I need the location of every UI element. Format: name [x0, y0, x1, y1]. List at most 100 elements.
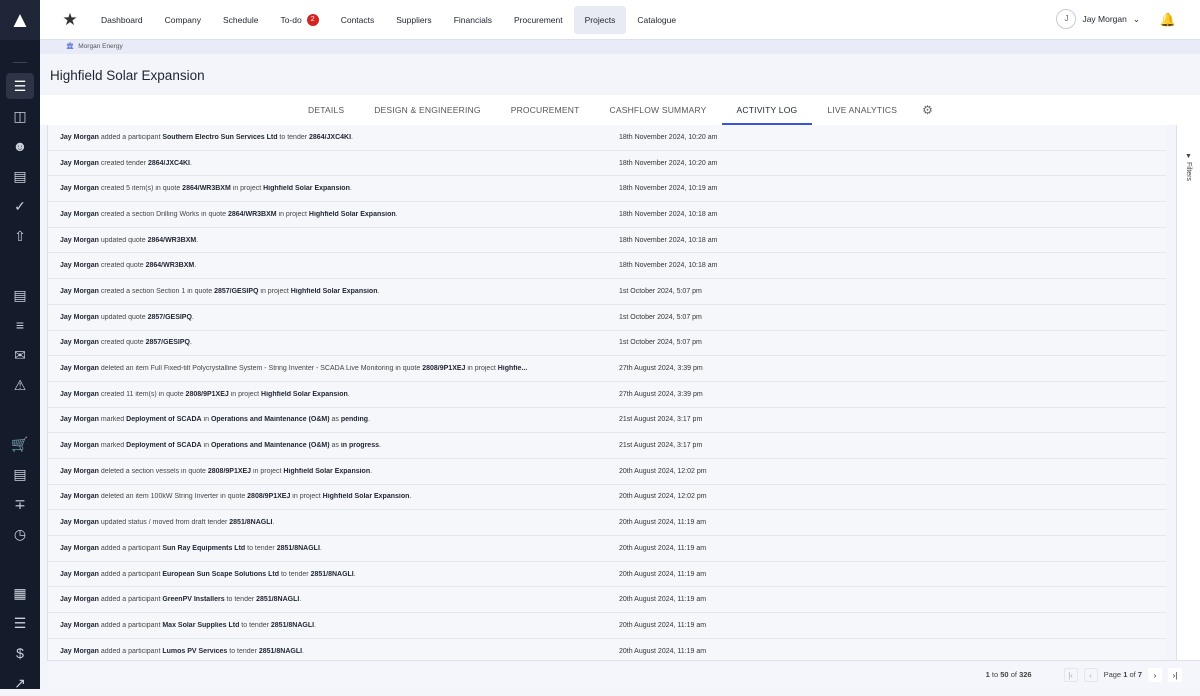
table-row: Jay Morgan updated status / moved from d… [48, 510, 1166, 536]
activity-entity: in progress [341, 442, 379, 449]
table-row: Jay Morgan deleted a section vessels in … [48, 459, 1166, 485]
bell-icon[interactable]: 🔔 [1160, 12, 1176, 28]
activity-entity: 2851/8NAGLI [259, 648, 302, 655]
breadcrumb: 🏛 Morgan Energy [40, 40, 1200, 54]
activity-entity: Jay Morgan [60, 648, 99, 655]
activity-entity: Jay Morgan [60, 571, 99, 578]
activity-timestamp: 18th November 2024, 10:18 am [619, 262, 717, 269]
nav-suppliers[interactable]: Suppliers [385, 6, 442, 34]
tab-procurement[interactable]: PROCUREMENT [496, 95, 595, 125]
gear-icon[interactable]: ⚙ [922, 103, 933, 117]
activity-text: Jay Morgan added a participant GreenPV I… [48, 596, 619, 603]
dollar-icon[interactable]: $ [6, 640, 34, 666]
activity-text: Jay Morgan added a participant European … [48, 571, 619, 578]
activity-entity: 2851/8NAGLI [311, 571, 354, 578]
activity-text: Jay Morgan updated quote 2864/WR3BXM. [48, 237, 619, 244]
activity-verb: created quote [99, 339, 146, 346]
activity-entity: 2808/9P1XEJ [247, 493, 290, 500]
activity-log-table: Jay Morgan added a participant Southern … [47, 125, 1166, 660]
logo-icon[interactable]: ▲ [0, 0, 40, 40]
next-page-button[interactable]: › [1148, 668, 1162, 682]
invoice-icon[interactable]: ▤ [6, 461, 34, 487]
activity-verb: . [196, 237, 198, 244]
activity-verb: in project [277, 211, 309, 218]
table-icon[interactable]: ☰ [6, 610, 34, 636]
table-row: Jay Morgan added a participant Sun Ray E… [48, 536, 1166, 562]
activity-text: Jay Morgan deleted a section vessels in … [48, 468, 619, 475]
activity-timestamp: 20th August 2024, 11:19 am [619, 519, 706, 526]
lines-icon[interactable]: ≡ [6, 312, 34, 338]
nav-financials[interactable]: Financials [443, 6, 503, 34]
document-icon[interactable]: ▤ [6, 163, 34, 189]
activity-entity: Jay Morgan [60, 391, 99, 398]
activity-verb: . [368, 416, 370, 423]
nav-todo[interactable]: To-do2 [269, 6, 329, 34]
activity-entity: Jay Morgan [60, 365, 99, 372]
user-menu[interactable]: J Jay Morgan ⌄ [1056, 9, 1140, 29]
upload-document-icon[interactable]: ⇧ [6, 223, 34, 249]
trend-icon[interactable]: ↗ [6, 670, 34, 696]
last-page-button[interactable]: ›| [1168, 668, 1182, 682]
nav-catalogue[interactable]: Catalogue [626, 6, 687, 34]
activity-entity: Highfield Solar Expansion [309, 211, 396, 218]
nav-contacts[interactable]: Contacts [330, 6, 386, 34]
clock-icon[interactable]: ◷ [6, 521, 34, 547]
activity-timestamp: 18th November 2024, 10:18 am [619, 237, 717, 244]
activity-verb: created a section Drilling Works in quot… [99, 211, 228, 218]
cart-icon[interactable]: 🛒 [6, 431, 34, 457]
tab-live-analytics[interactable]: LIVE ANALYTICS [812, 95, 912, 125]
activity-entity: Highfield Solar Expansion [263, 185, 350, 192]
activity-entity: Highfield Solar Expansion [323, 493, 410, 500]
sidebar-divider [13, 62, 27, 63]
activity-entity: Operations and Maintenance (O&M) [211, 442, 330, 449]
activity-text: Jay Morgan marked Deployment of SCADA in… [48, 442, 619, 449]
activity-text: Jay Morgan added a participant Lumos PV … [48, 648, 619, 655]
user-name: Jay Morgan [1082, 14, 1126, 24]
activity-verb: deleted a section vessels in quote [99, 468, 208, 475]
activity-verb: in project [251, 468, 283, 475]
table-row: Jay Morgan created a section Section 1 i… [48, 279, 1166, 305]
bank-icon: 🏛 [66, 43, 74, 50]
nav-company[interactable]: Company [154, 6, 212, 34]
tab-activity-log[interactable]: ACTIVITY LOG [722, 95, 813, 125]
activity-text: Jay Morgan created tender 2864/JXC4KI. [48, 160, 619, 167]
activity-verb: updated status / moved from draft tender [99, 519, 229, 526]
nav-projects[interactable]: Projects [574, 6, 627, 34]
dashboard-icon[interactable]: ▦ [6, 580, 34, 606]
activity-verb: . [348, 391, 350, 398]
activity-verb: as [330, 442, 341, 449]
hierarchy-icon[interactable]: ◫ [6, 103, 34, 129]
balance-icon[interactable]: ∓ [6, 491, 34, 517]
activity-timestamp: 20th August 2024, 11:19 am [619, 648, 706, 655]
check-icon[interactable]: ✓ [6, 193, 34, 219]
file-icon[interactable]: ▤ [6, 282, 34, 308]
activity-verb: to tender [239, 622, 271, 629]
activity-timestamp: 18th November 2024, 10:20 am [619, 134, 717, 141]
activity-entity: 2851/8NAGLI [256, 596, 299, 603]
filters-panel-toggle[interactable]: ▼ Filters [1176, 125, 1200, 660]
people-icon[interactable]: ☻ [6, 133, 34, 159]
nav-procurement[interactable]: Procurement [503, 6, 574, 34]
filters-label: ▼ Filters [1185, 153, 1192, 181]
star-icon[interactable]: ★ [50, 10, 90, 30]
nav-dashboard[interactable]: Dashboard [90, 6, 154, 34]
warning-icon[interactable]: ⚠ [6, 372, 34, 398]
activity-verb: to tender [279, 571, 311, 578]
list-icon[interactable]: ☰ [6, 73, 34, 99]
tab-details[interactable]: DETAILS [293, 95, 359, 125]
activity-verb: to tender [225, 596, 257, 603]
activity-entity: 2857/GESIPQ [146, 339, 190, 346]
tab-cashflow-summary[interactable]: CASHFLOW SUMMARY [595, 95, 722, 125]
activity-entity: 2864/WR3BXM [228, 211, 277, 218]
nav-schedule[interactable]: Schedule [212, 6, 269, 34]
chat-icon[interactable]: ✉ [6, 342, 34, 368]
activity-verb: in project [258, 288, 290, 295]
activity-verb: in [202, 442, 211, 449]
tab-design-engineering[interactable]: DESIGN & ENGINEERING [359, 95, 496, 125]
breadcrumb-company[interactable]: Morgan Energy [78, 43, 122, 50]
activity-text: Jay Morgan added a participant Max Solar… [48, 622, 619, 629]
prev-page-button[interactable]: ‹ [1084, 668, 1098, 682]
activity-verb: added a participant [99, 545, 162, 552]
activity-verb: created quote [99, 262, 146, 269]
first-page-button[interactable]: |‹ [1064, 668, 1078, 682]
